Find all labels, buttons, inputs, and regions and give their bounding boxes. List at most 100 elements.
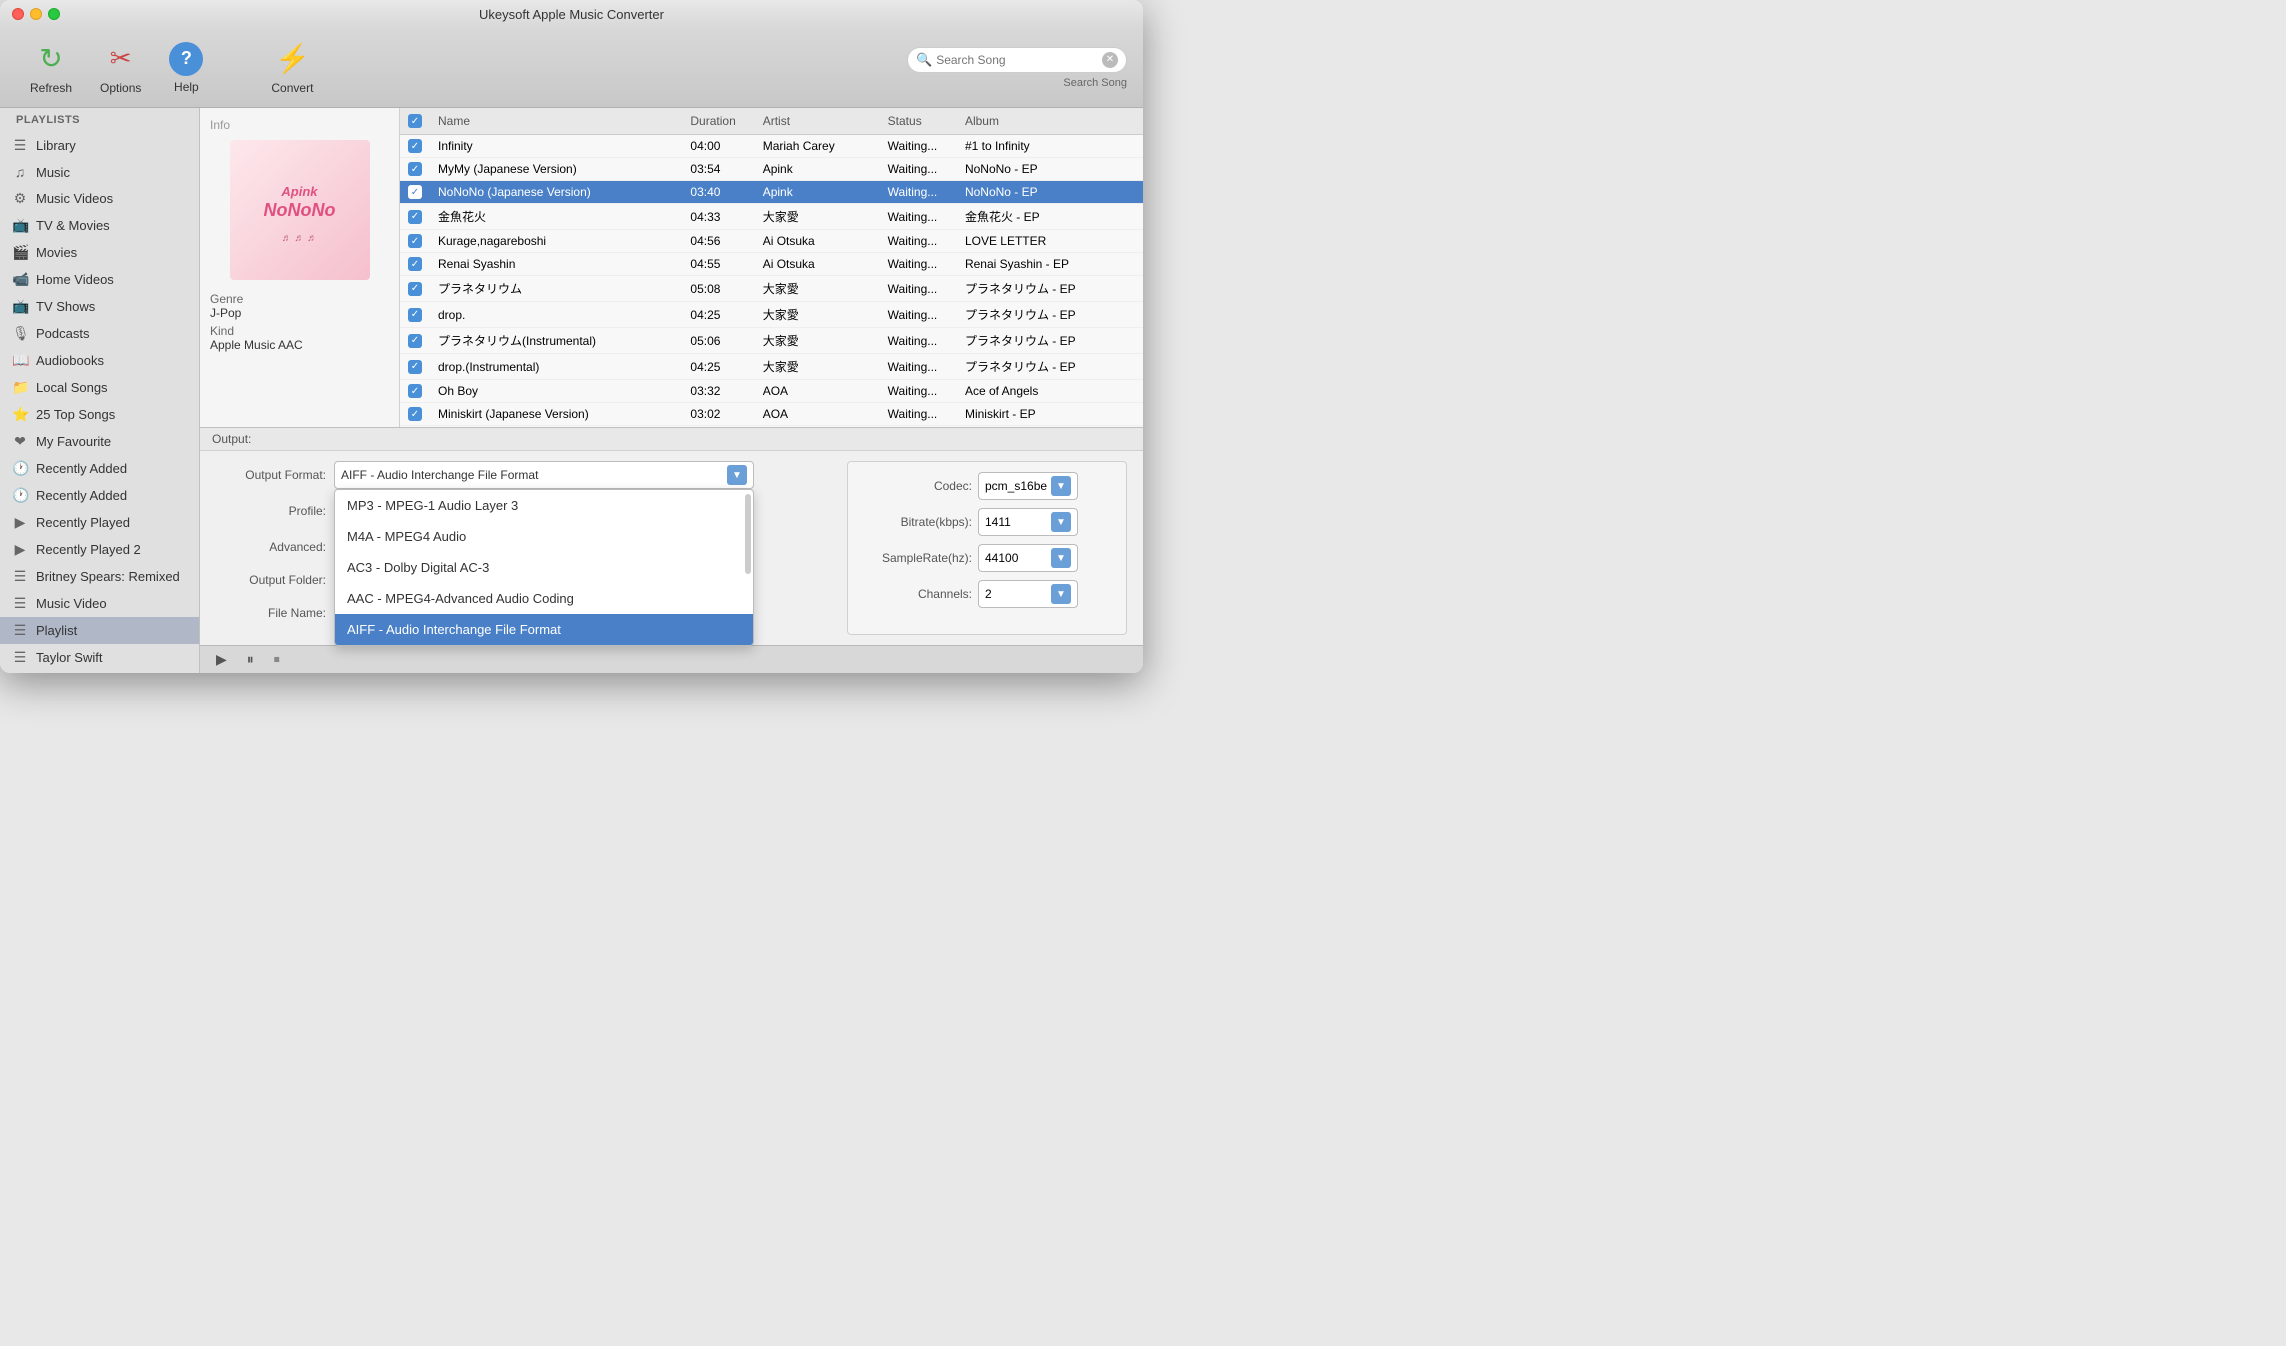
row-checkbox[interactable]: ✓ bbox=[408, 282, 422, 296]
bitrate-arrow[interactable]: ▼ bbox=[1051, 512, 1071, 532]
table-row[interactable]: ✓ Infinity 04:00 Mariah Carey Waiting...… bbox=[400, 135, 1143, 158]
sidebar-item-recently-added-2[interactable]: 🕐 Recently Added bbox=[0, 482, 199, 509]
row-checkbox[interactable]: ✓ bbox=[408, 384, 422, 398]
table-row[interactable]: ✓ MyMy (Japanese Version) 03:54 Apink Wa… bbox=[400, 158, 1143, 181]
row-duration: 04:25 bbox=[682, 302, 754, 328]
maximize-button[interactable] bbox=[48, 8, 60, 20]
channels-value-control[interactable]: 2 ▼ bbox=[978, 580, 1078, 608]
dropdown-option-aiff[interactable]: AIFF - Audio Interchange File Format bbox=[335, 614, 753, 645]
samplerate-value-control[interactable]: 44100 ▼ bbox=[978, 544, 1078, 572]
minimize-button[interactable] bbox=[30, 8, 42, 20]
row-checkbox[interactable]: ✓ bbox=[408, 334, 422, 348]
sidebar-item-recently-added-1[interactable]: 🕐 Recently Added bbox=[0, 455, 199, 482]
row-checkbox[interactable]: ✓ bbox=[408, 210, 422, 224]
row-checkbox[interactable]: ✓ bbox=[408, 162, 422, 176]
table-row[interactable]: ✓ Renai Syashin 04:55 Ai Otsuka Waiting.… bbox=[400, 253, 1143, 276]
dropdown-option-ac3[interactable]: AC3 - Dolby Digital AC-3 bbox=[335, 552, 753, 583]
row-checkbox[interactable]: ✓ bbox=[408, 139, 422, 153]
sidebar-item-tv-movies[interactable]: 📺 TV & Movies bbox=[0, 212, 199, 239]
dropdown-option-aac[interactable]: AAC - MPEG4-Advanced Audio Coding bbox=[335, 583, 753, 614]
row-duration: 04:56 bbox=[682, 230, 754, 253]
table-row[interactable]: ✓ Oh Boy 03:32 AOA Waiting... Ace of Ang… bbox=[400, 380, 1143, 403]
bitrate-value: 1411 bbox=[985, 515, 1011, 529]
convert-button[interactable]: ⚡ Convert bbox=[257, 33, 327, 103]
sidebar-item-25-top-songs[interactable]: ⭐ 25 Top Songs bbox=[0, 401, 199, 428]
pause-button[interactable]: ⏸ bbox=[247, 651, 254, 668]
select-all-checkbox[interactable]: ✓ bbox=[408, 114, 422, 128]
clear-search-icon[interactable]: ✕ bbox=[1102, 52, 1118, 68]
refresh-label: Refresh bbox=[30, 81, 72, 95]
row-status: Waiting... bbox=[880, 204, 957, 230]
table-row[interactable]: ✓ プラネタリウム 05:08 大家愛 Waiting... プラネタリウム -… bbox=[400, 276, 1143, 302]
options-button[interactable]: ✂ Options bbox=[86, 33, 155, 103]
dropdown-option-mp3[interactable]: MP3 - MPEG-1 Audio Layer 3 bbox=[335, 490, 753, 521]
channels-arrow[interactable]: ▼ bbox=[1051, 584, 1071, 604]
sidebar-item-podcasts[interactable]: 🎙 Podcasts bbox=[0, 320, 199, 347]
sidebar-item-label: TV & Movies bbox=[36, 218, 110, 233]
sidebar-item-home-videos[interactable]: 📹 Home Videos bbox=[0, 266, 199, 293]
sidebar-item-tv-shows[interactable]: 📺 TV Shows bbox=[0, 293, 199, 320]
samplerate-arrow[interactable]: ▼ bbox=[1051, 548, 1071, 568]
row-name: Miniskirt (Japanese Version) bbox=[430, 403, 682, 426]
row-duration: 04:00 bbox=[682, 135, 754, 158]
row-checkbox[interactable]: ✓ bbox=[408, 360, 422, 374]
search-input[interactable] bbox=[936, 53, 1098, 67]
sidebar-item-taylor-swift[interactable]: ☰ Taylor Swift bbox=[0, 644, 199, 671]
output-format-control[interactable]: AIFF - Audio Interchange File Format ▼ bbox=[334, 461, 754, 489]
refresh-icon: ↻ bbox=[33, 41, 69, 77]
sidebar-item-audiobooks[interactable]: 📖 Audiobooks bbox=[0, 347, 199, 374]
sidebar-item-my-favourite[interactable]: ❤ My Favourite bbox=[0, 428, 199, 455]
convert-label: Convert bbox=[271, 81, 313, 95]
table-row[interactable]: ✓ プラネタリウム(Instrumental) 05:06 大家愛 Waitin… bbox=[400, 328, 1143, 354]
sidebar-item-recently-played-1[interactable]: ▶ Recently Played bbox=[0, 509, 199, 536]
settings-form: Output Format: AIFF - Audio Interchange … bbox=[216, 461, 827, 635]
row-duration: 03:32 bbox=[682, 380, 754, 403]
row-checkbox[interactable]: ✓ bbox=[408, 234, 422, 248]
play-button[interactable]: ▶ bbox=[216, 651, 227, 668]
sidebar-item-local-songs[interactable]: 📁 Local Songs bbox=[0, 374, 199, 401]
output-format-arrow[interactable]: ▼ bbox=[727, 465, 747, 485]
sidebar-item-today-at-apple[interactable]: ☰ Today at Apple bbox=[0, 671, 199, 673]
sidebar-item-movies[interactable]: 🎬 Movies bbox=[0, 239, 199, 266]
sidebar-item-playlist[interactable]: ☰ Playlist bbox=[0, 617, 199, 644]
sidebar-item-music-video[interactable]: ☰ Music Video bbox=[0, 590, 199, 617]
row-checkbox[interactable]: ✓ bbox=[408, 407, 422, 421]
row-checkbox[interactable]: ✓ bbox=[408, 185, 422, 199]
sidebar-item-label: Recently Played bbox=[36, 515, 130, 530]
help-button[interactable]: ? Help bbox=[155, 34, 217, 102]
row-artist: 大家愛 bbox=[755, 302, 880, 328]
row-album: Renai Syashin - EP bbox=[957, 253, 1143, 276]
sidebar-item-music-videos[interactable]: ⚙ Music Videos bbox=[0, 185, 199, 212]
codec-value-control[interactable]: pcm_s16be ▼ bbox=[978, 472, 1078, 500]
output-bar: Output: bbox=[200, 428, 1143, 451]
bitrate-value-control[interactable]: 1411 ▼ bbox=[978, 508, 1078, 536]
row-checkbox[interactable]: ✓ bbox=[408, 308, 422, 322]
table-row[interactable]: ✓ 金魚花火 04:33 大家愛 Waiting... 金魚花火 - EP bbox=[400, 204, 1143, 230]
codec-arrow[interactable]: ▼ bbox=[1051, 476, 1071, 496]
table-row[interactable]: ✓ Miniskirt (Japanese Version) 03:02 AOA… bbox=[400, 403, 1143, 426]
sidebar-item-britney-spears[interactable]: ☰ Britney Spears: Remixed bbox=[0, 563, 199, 590]
sidebar-item-music[interactable]: ♫ Music bbox=[0, 159, 199, 185]
sidebar-item-label: Playlist bbox=[36, 623, 77, 638]
table-row[interactable]: ✓ drop. 04:25 大家愛 Waiting... プラネタリウム - E… bbox=[400, 302, 1143, 328]
tv-movies-icon: 📺 bbox=[12, 217, 28, 234]
table-row[interactable]: ✓ drop.(Instrumental) 04:25 大家愛 Waiting.… bbox=[400, 354, 1143, 380]
row-checkbox[interactable]: ✓ bbox=[408, 257, 422, 271]
close-button[interactable] bbox=[12, 8, 24, 20]
info-header: Info bbox=[210, 118, 230, 132]
dropdown-option-m4a[interactable]: M4A - MPEG4 Audio bbox=[335, 521, 753, 552]
stop-button[interactable]: ⏹ bbox=[274, 652, 280, 667]
row-name: Kurage,nagareboshi bbox=[430, 230, 682, 253]
genre-row: Genre J-Pop bbox=[210, 292, 243, 320]
table-row[interactable]: ✓ NoNoNo (Japanese Version) 03:40 Apink … bbox=[400, 181, 1143, 204]
output-format-dropdown[interactable]: MP3 - MPEG-1 Audio Layer 3 M4A - MPEG4 A… bbox=[334, 489, 754, 646]
recently-played-2-icon: ▶ bbox=[12, 541, 28, 558]
col-checkbox: ✓ bbox=[400, 108, 430, 135]
sidebar-item-library[interactable]: ☰ Library bbox=[0, 132, 199, 159]
sidebar-item-recently-played-2[interactable]: ▶ Recently Played 2 bbox=[0, 536, 199, 563]
refresh-button[interactable]: ↻ Refresh bbox=[16, 33, 86, 103]
codec-panel: Codec: pcm_s16be ▼ Bitrate(kbps): 1411 ▼ bbox=[847, 461, 1127, 635]
table-row[interactable]: ✓ Kurage,nagareboshi 04:56 Ai Otsuka Wai… bbox=[400, 230, 1143, 253]
search-box[interactable]: 🔍 ✕ bbox=[907, 47, 1127, 73]
row-checkbox-cell: ✓ bbox=[400, 158, 430, 181]
